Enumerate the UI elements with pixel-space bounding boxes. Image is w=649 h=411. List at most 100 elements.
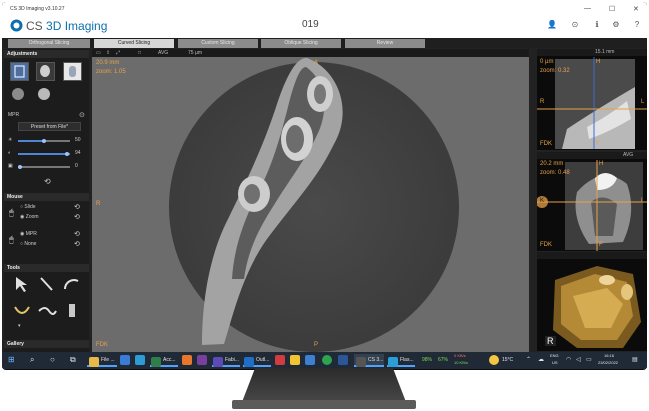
clock-date[interactable]: 23/02/2022 <box>598 360 618 365</box>
curved-slice-view[interactable]: ▭ ⇪ ⤢ □ AVG 75 µm 20.9 mm zoom: 1.05 A R… <box>92 49 529 352</box>
mouse-zoom-reset-icon[interactable]: ⟲ <box>74 213 80 221</box>
right-top-label-bottom: F <box>596 141 600 147</box>
taskbar-item-access[interactable]: Acc... <box>150 354 178 367</box>
weather-sun-icon[interactable] <box>489 355 499 365</box>
keyboard-lang[interactable]: ENG <box>550 353 559 358</box>
taskbar-item-fabi[interactable]: Fabi... <box>212 354 240 367</box>
radio-none[interactable]: ○ None <box>20 241 36 247</box>
onenote-icon[interactable] <box>197 355 207 365</box>
contrast-fill <box>18 153 67 155</box>
tools-expand-icon[interactable]: ▾ <box>18 323 21 329</box>
right-top-view[interactable]: 15.1 mm 0 µm zoom: 0.32 R L H F FDK <box>537 49 647 150</box>
mouse-left-icon: 🖱 <box>9 208 14 217</box>
gallery-header[interactable]: Gallery <box>4 340 89 348</box>
right-top-thickness: 0 µm <box>540 59 554 65</box>
skull-icon <box>40 65 50 77</box>
taskbar-item-file-explorer[interactable]: File ... <box>87 354 117 367</box>
info-icon[interactable]: ℹ <box>592 20 602 30</box>
radio-mpr[interactable]: ◉ MPR <box>20 231 37 237</box>
tooth-view-button[interactable] <box>63 62 82 81</box>
calendar-app-icon[interactable] <box>305 355 315 365</box>
curved-view-button[interactable] <box>10 62 29 81</box>
nerve-tool-icon[interactable] <box>37 301 57 319</box>
taskbar-item-file-explorer-label: File ... <box>101 357 115 363</box>
3d-skull-button[interactable] <box>36 62 55 81</box>
angle-tool-icon[interactable] <box>62 275 82 293</box>
notifications-icon[interactable]: ▤ <box>632 356 638 363</box>
mail-app-icon[interactable] <box>120 355 130 365</box>
mouse-header[interactable]: Mouse <box>4 193 89 201</box>
help-icon[interactable]: ? <box>632 20 642 30</box>
firefox-icon[interactable] <box>182 355 192 365</box>
brightness-value: 50 <box>75 137 81 143</box>
taskbar-item-outlook[interactable]: Outl... <box>243 354 271 367</box>
pointer-tool-icon[interactable] <box>12 275 32 293</box>
implant-tool-icon[interactable] <box>62 301 82 319</box>
clock-time[interactable]: 16:16 <box>604 353 614 358</box>
minimize-button[interactable]: — <box>584 5 591 12</box>
search-icon[interactable]: ⌕ <box>30 355 34 365</box>
contrast-knob[interactable] <box>65 152 69 156</box>
gamma-knob[interactable] <box>18 165 22 169</box>
reset-adjustments-icon[interactable]: ⟲ <box>44 177 51 186</box>
mouse-none-reset-icon[interactable]: ⟲ <box>74 240 80 248</box>
skull-render-icon <box>12 88 24 100</box>
task-view-icon[interactable]: ○ <box>50 355 55 364</box>
tools-header[interactable]: Tools <box>4 264 89 272</box>
gamma-value: 0 <box>75 163 78 169</box>
chrome-icon[interactable] <box>322 355 332 365</box>
word-icon[interactable] <box>338 355 348 365</box>
windows-start-icon[interactable]: ⊞ <box>8 355 15 364</box>
volume-icon[interactable]: ◁ <box>576 356 581 363</box>
taskbar-item-cs3d-label: CS 3... <box>368 357 384 363</box>
main-modality: FDK <box>96 342 108 348</box>
contrast-value: 94 <box>75 150 81 156</box>
ruler-tool-icon[interactable] <box>37 275 57 293</box>
tab-oblique-slicing[interactable]: Oblique Slicing <box>261 39 341 48</box>
right-mid-view[interactable]: AVG 20.2 mm zoom: 0.48 K L H F FDK <box>537 152 647 251</box>
taskbar-item-flash[interactable]: Flas... <box>387 354 415 367</box>
tray-chevron-icon[interactable]: ⌃ <box>526 356 531 363</box>
preset-select[interactable]: Preset from File* <box>18 122 81 131</box>
tab-curved-slicing[interactable]: Curved Slicing <box>94 39 174 48</box>
tray-app-icon[interactable]: ☁ <box>538 356 544 363</box>
radio-mpr-label: MPR <box>25 231 37 237</box>
media-app-icon[interactable] <box>275 355 285 365</box>
cpu-usage: 98% <box>422 357 433 363</box>
right-3d-view[interactable]: R <box>537 252 647 351</box>
mouse-mpr-reset-icon[interactable]: ⟲ <box>74 230 80 238</box>
maximize-button[interactable]: ☐ <box>609 5 615 13</box>
edge-icon[interactable] <box>135 355 145 365</box>
ct-scan-image <box>169 57 459 352</box>
mouse-left-reset-icon[interactable]: ⟲ <box>74 203 80 211</box>
mpr-reset-icon[interactable]: ⊙ <box>79 111 85 119</box>
right-top-label-right: L <box>641 99 645 105</box>
adjustments-header[interactable]: Adjustments <box>4 50 89 58</box>
tab-custom-slicing[interactable]: Custom Slicing <box>178 39 258 48</box>
gamma-slider[interactable] <box>18 166 70 168</box>
brightness-knob[interactable] <box>42 139 46 143</box>
tab-orthogonal-slicing[interactable]: Orthogonal Slicing <box>8 39 90 48</box>
left-panel: Adjustments MPR ⊙ Preset from File* ☀ 50… <box>4 49 89 352</box>
tab-review[interactable]: Review <box>345 39 425 48</box>
render-mode-button[interactable] <box>10 85 29 104</box>
mip-mode-button[interactable] <box>36 85 55 104</box>
tooth-icon <box>69 66 76 77</box>
app-screen: CS 3D Imaging v3.10.27 CS 3D Imaging 019… <box>2 2 647 369</box>
main-zoom: zoom: 1.05 <box>96 69 126 75</box>
weather-temp[interactable]: 15°C <box>502 357 513 363</box>
close-button[interactable]: ✕ <box>633 5 639 13</box>
widgets-icon[interactable]: ⧉ <box>70 355 76 365</box>
wifi-icon[interactable]: ◠ <box>566 356 571 363</box>
battery-icon[interactable]: ▭ <box>586 356 592 363</box>
keyboard-region[interactable]: US <box>552 360 558 365</box>
user-icon[interactable]: 👤 <box>547 20 557 30</box>
refresh-icon[interactable]: ⊙ <box>570 20 580 30</box>
arch-tool-icon[interactable] <box>12 301 32 319</box>
sticky-notes-icon[interactable] <box>290 355 300 365</box>
taskbar-item-flash-label: Flas... <box>400 357 414 363</box>
radio-slide[interactable]: ○ Slide <box>20 204 36 210</box>
settings-icon[interactable]: ⚙ <box>611 20 621 30</box>
taskbar-item-cs3d[interactable]: CS 3... <box>354 354 384 367</box>
radio-zoom[interactable]: ◉ Zoom <box>20 214 39 220</box>
